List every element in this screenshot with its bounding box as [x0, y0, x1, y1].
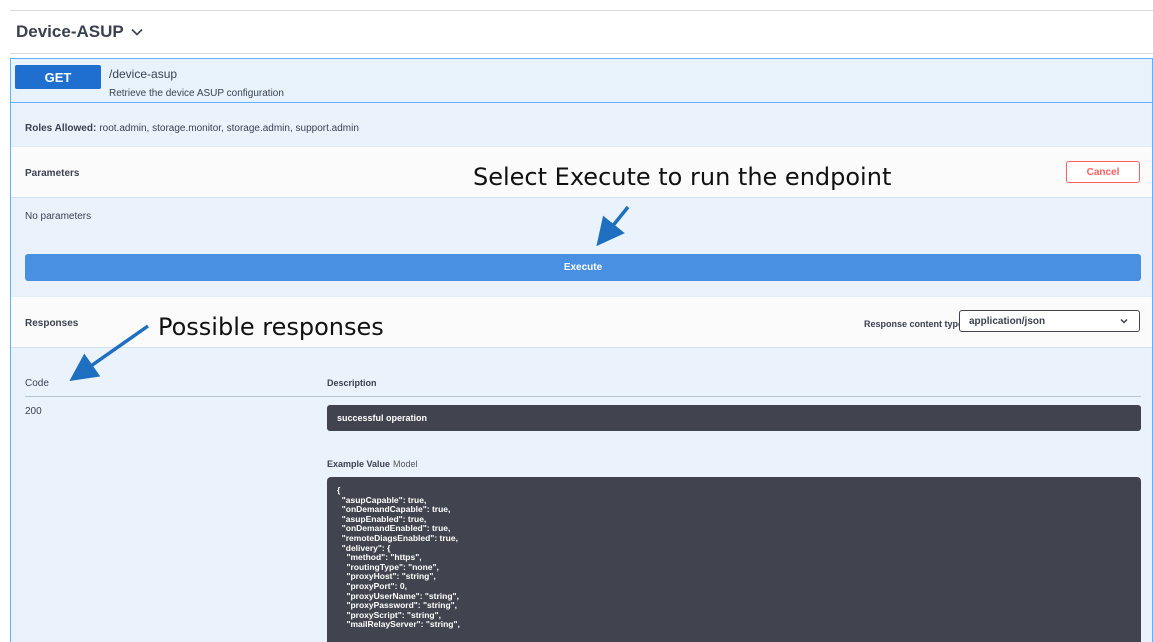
roles-value: root.admin, storage.monitor, storage.adm…: [99, 123, 359, 134]
table-divider: [25, 396, 1141, 397]
execute-button[interactable]: Execute: [25, 254, 1141, 281]
code-column-header: Code: [25, 378, 49, 389]
content-type-value: application/json: [969, 315, 1046, 327]
response-code: 200: [25, 406, 42, 417]
section-header[interactable]: Device-ASUP: [10, 10, 1153, 54]
example-value-tabs: Example Value Model: [327, 459, 418, 469]
endpoint-path: /device-asup: [109, 67, 178, 81]
model-tab[interactable]: Model: [393, 459, 418, 469]
response-description: successful operation: [327, 405, 1141, 431]
example-value-tab[interactable]: Example Value: [327, 459, 390, 469]
section-title: Device-ASUP: [16, 22, 124, 41]
execute-callout: Select Execute to run the endpoint: [473, 163, 892, 191]
method-badge: GET: [15, 65, 101, 89]
description-column-header: Description: [327, 378, 377, 388]
responses-callout: Possible responses: [158, 313, 384, 341]
chevron-down-icon: [131, 28, 143, 36]
cancel-button[interactable]: Cancel: [1066, 161, 1140, 183]
roles-label: Roles Allowed:: [25, 123, 97, 134]
endpoint-description: Retrieve the device ASUP configuration: [109, 88, 284, 99]
responses-label: Responses: [25, 318, 79, 329]
example-json: { "asupCapable": true, "onDemandCapable"…: [327, 477, 1141, 642]
operation-block: GET /device-asup Retrieve the device ASU…: [10, 58, 1153, 642]
operation-summary[interactable]: GET /device-asup Retrieve the device ASU…: [11, 59, 1152, 103]
chevron-down-icon: [1120, 318, 1128, 324]
parameters-label: Parameters: [25, 168, 80, 179]
content-type-label: Response content type: [863, 319, 963, 329]
no-parameters-text: No parameters: [25, 211, 92, 222]
content-type-select[interactable]: application/json: [959, 310, 1140, 332]
roles-allowed: Roles Allowed: root.admin, storage.monit…: [11, 111, 1152, 146]
